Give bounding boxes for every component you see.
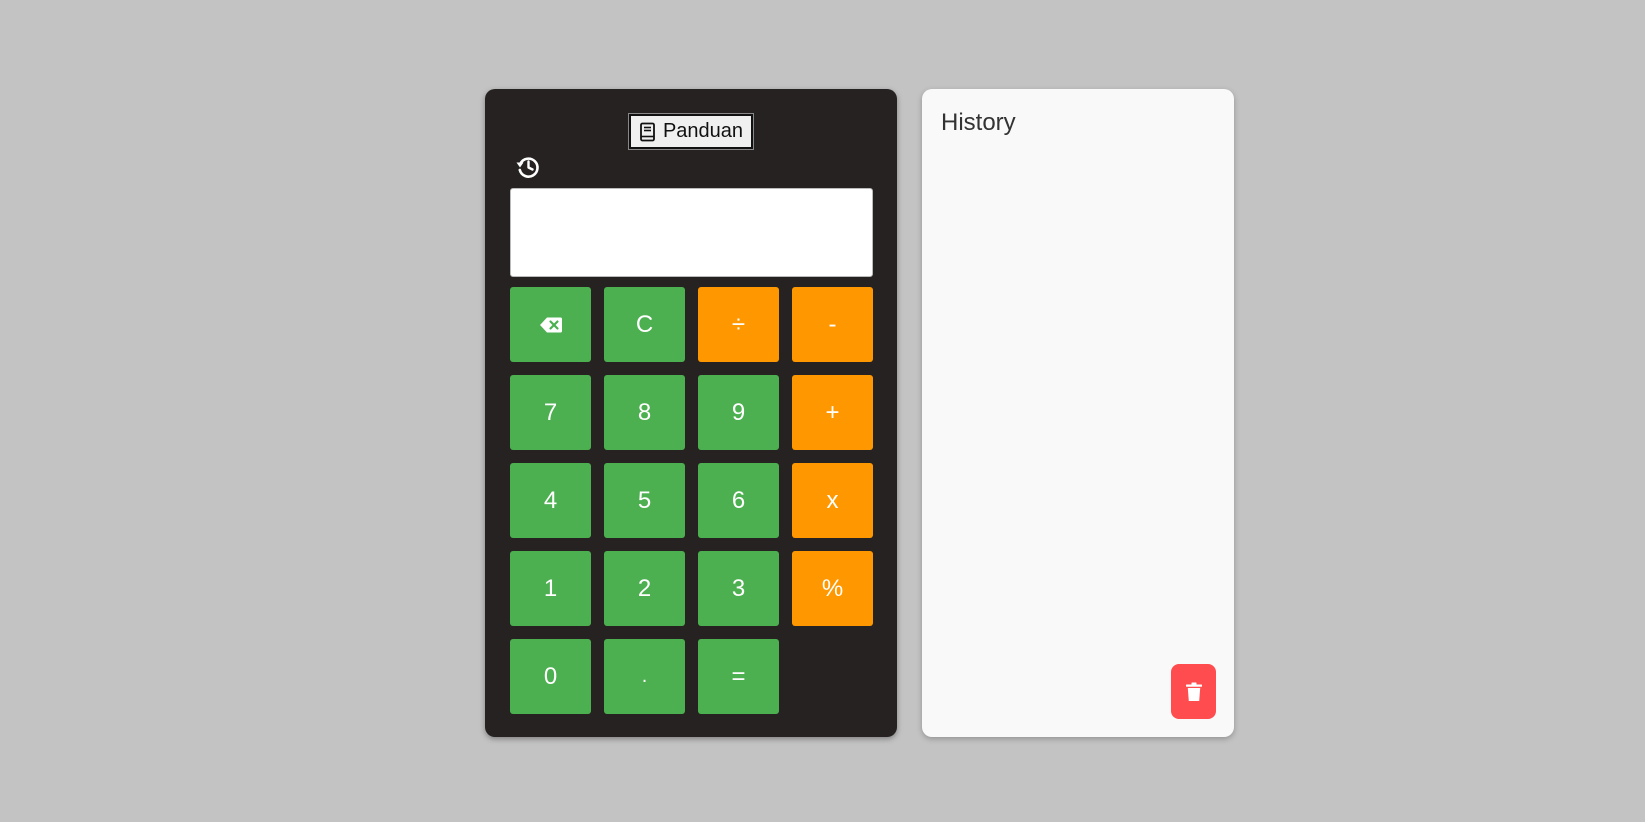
guide-button-label: Panduan <box>662 120 744 142</box>
key-label: + <box>825 398 840 426</box>
key-label: 9 <box>731 398 746 426</box>
add-button[interactable]: + <box>792 375 873 450</box>
backspace-button[interactable] <box>510 287 591 362</box>
key-label: = <box>731 662 746 690</box>
subtract-button[interactable]: - <box>792 287 873 362</box>
key-6[interactable]: 6 <box>698 463 779 538</box>
key-7[interactable]: 7 <box>510 375 591 450</box>
history-toggle-button[interactable] <box>514 153 542 181</box>
key-2[interactable]: 2 <box>604 551 685 626</box>
history-title: History <box>941 109 1016 136</box>
key-label: 1 <box>543 574 558 602</box>
history-panel: History <box>922 89 1234 737</box>
key-label: . <box>641 665 648 687</box>
key-0[interactable]: 0 <box>510 639 591 714</box>
guide-button[interactable]: Panduan <box>628 113 754 150</box>
key-label: C <box>635 310 654 338</box>
key-label: 2 <box>637 574 652 602</box>
calculator: Panduan C ÷ - 7 8 9 +4 5 6 x 1 2 3% 0. = <box>485 89 897 737</box>
key-5[interactable]: 5 <box>604 463 685 538</box>
book-icon <box>640 122 655 141</box>
divide-button[interactable]: ÷ <box>698 287 779 362</box>
multiply-button[interactable]: x <box>792 463 873 538</box>
history-list <box>941 149 1215 649</box>
decimal-button[interactable]: . <box>604 639 685 714</box>
key-4[interactable]: 4 <box>510 463 591 538</box>
key-label: % <box>821 574 844 602</box>
key-label: 0 <box>543 662 558 690</box>
key-3[interactable]: 3 <box>698 551 779 626</box>
keypad: C ÷ - 7 8 9 +4 5 6 x 1 2 3% 0. = <box>510 287 873 714</box>
key-label: 3 <box>731 574 746 602</box>
key-label: 7 <box>543 398 558 426</box>
key-label: 5 <box>637 486 652 514</box>
key-label: 6 <box>731 486 746 514</box>
key-label: x <box>826 486 839 514</box>
key-8[interactable]: 8 <box>604 375 685 450</box>
equals-button[interactable]: = <box>698 639 779 714</box>
history-icon <box>516 157 539 178</box>
clear-button[interactable]: C <box>604 287 685 362</box>
key-label: 4 <box>543 486 558 514</box>
trash-icon <box>1185 682 1202 701</box>
key-9[interactable]: 9 <box>698 375 779 450</box>
calculator-display[interactable] <box>510 188 873 277</box>
clear-history-button[interactable] <box>1171 664 1216 719</box>
key-1[interactable]: 1 <box>510 551 591 626</box>
key-label: - <box>828 310 837 338</box>
backspace-icon <box>539 317 562 332</box>
percent-button[interactable]: % <box>792 551 873 626</box>
key-label: 8 <box>637 398 652 426</box>
key-label: ÷ <box>731 310 746 338</box>
